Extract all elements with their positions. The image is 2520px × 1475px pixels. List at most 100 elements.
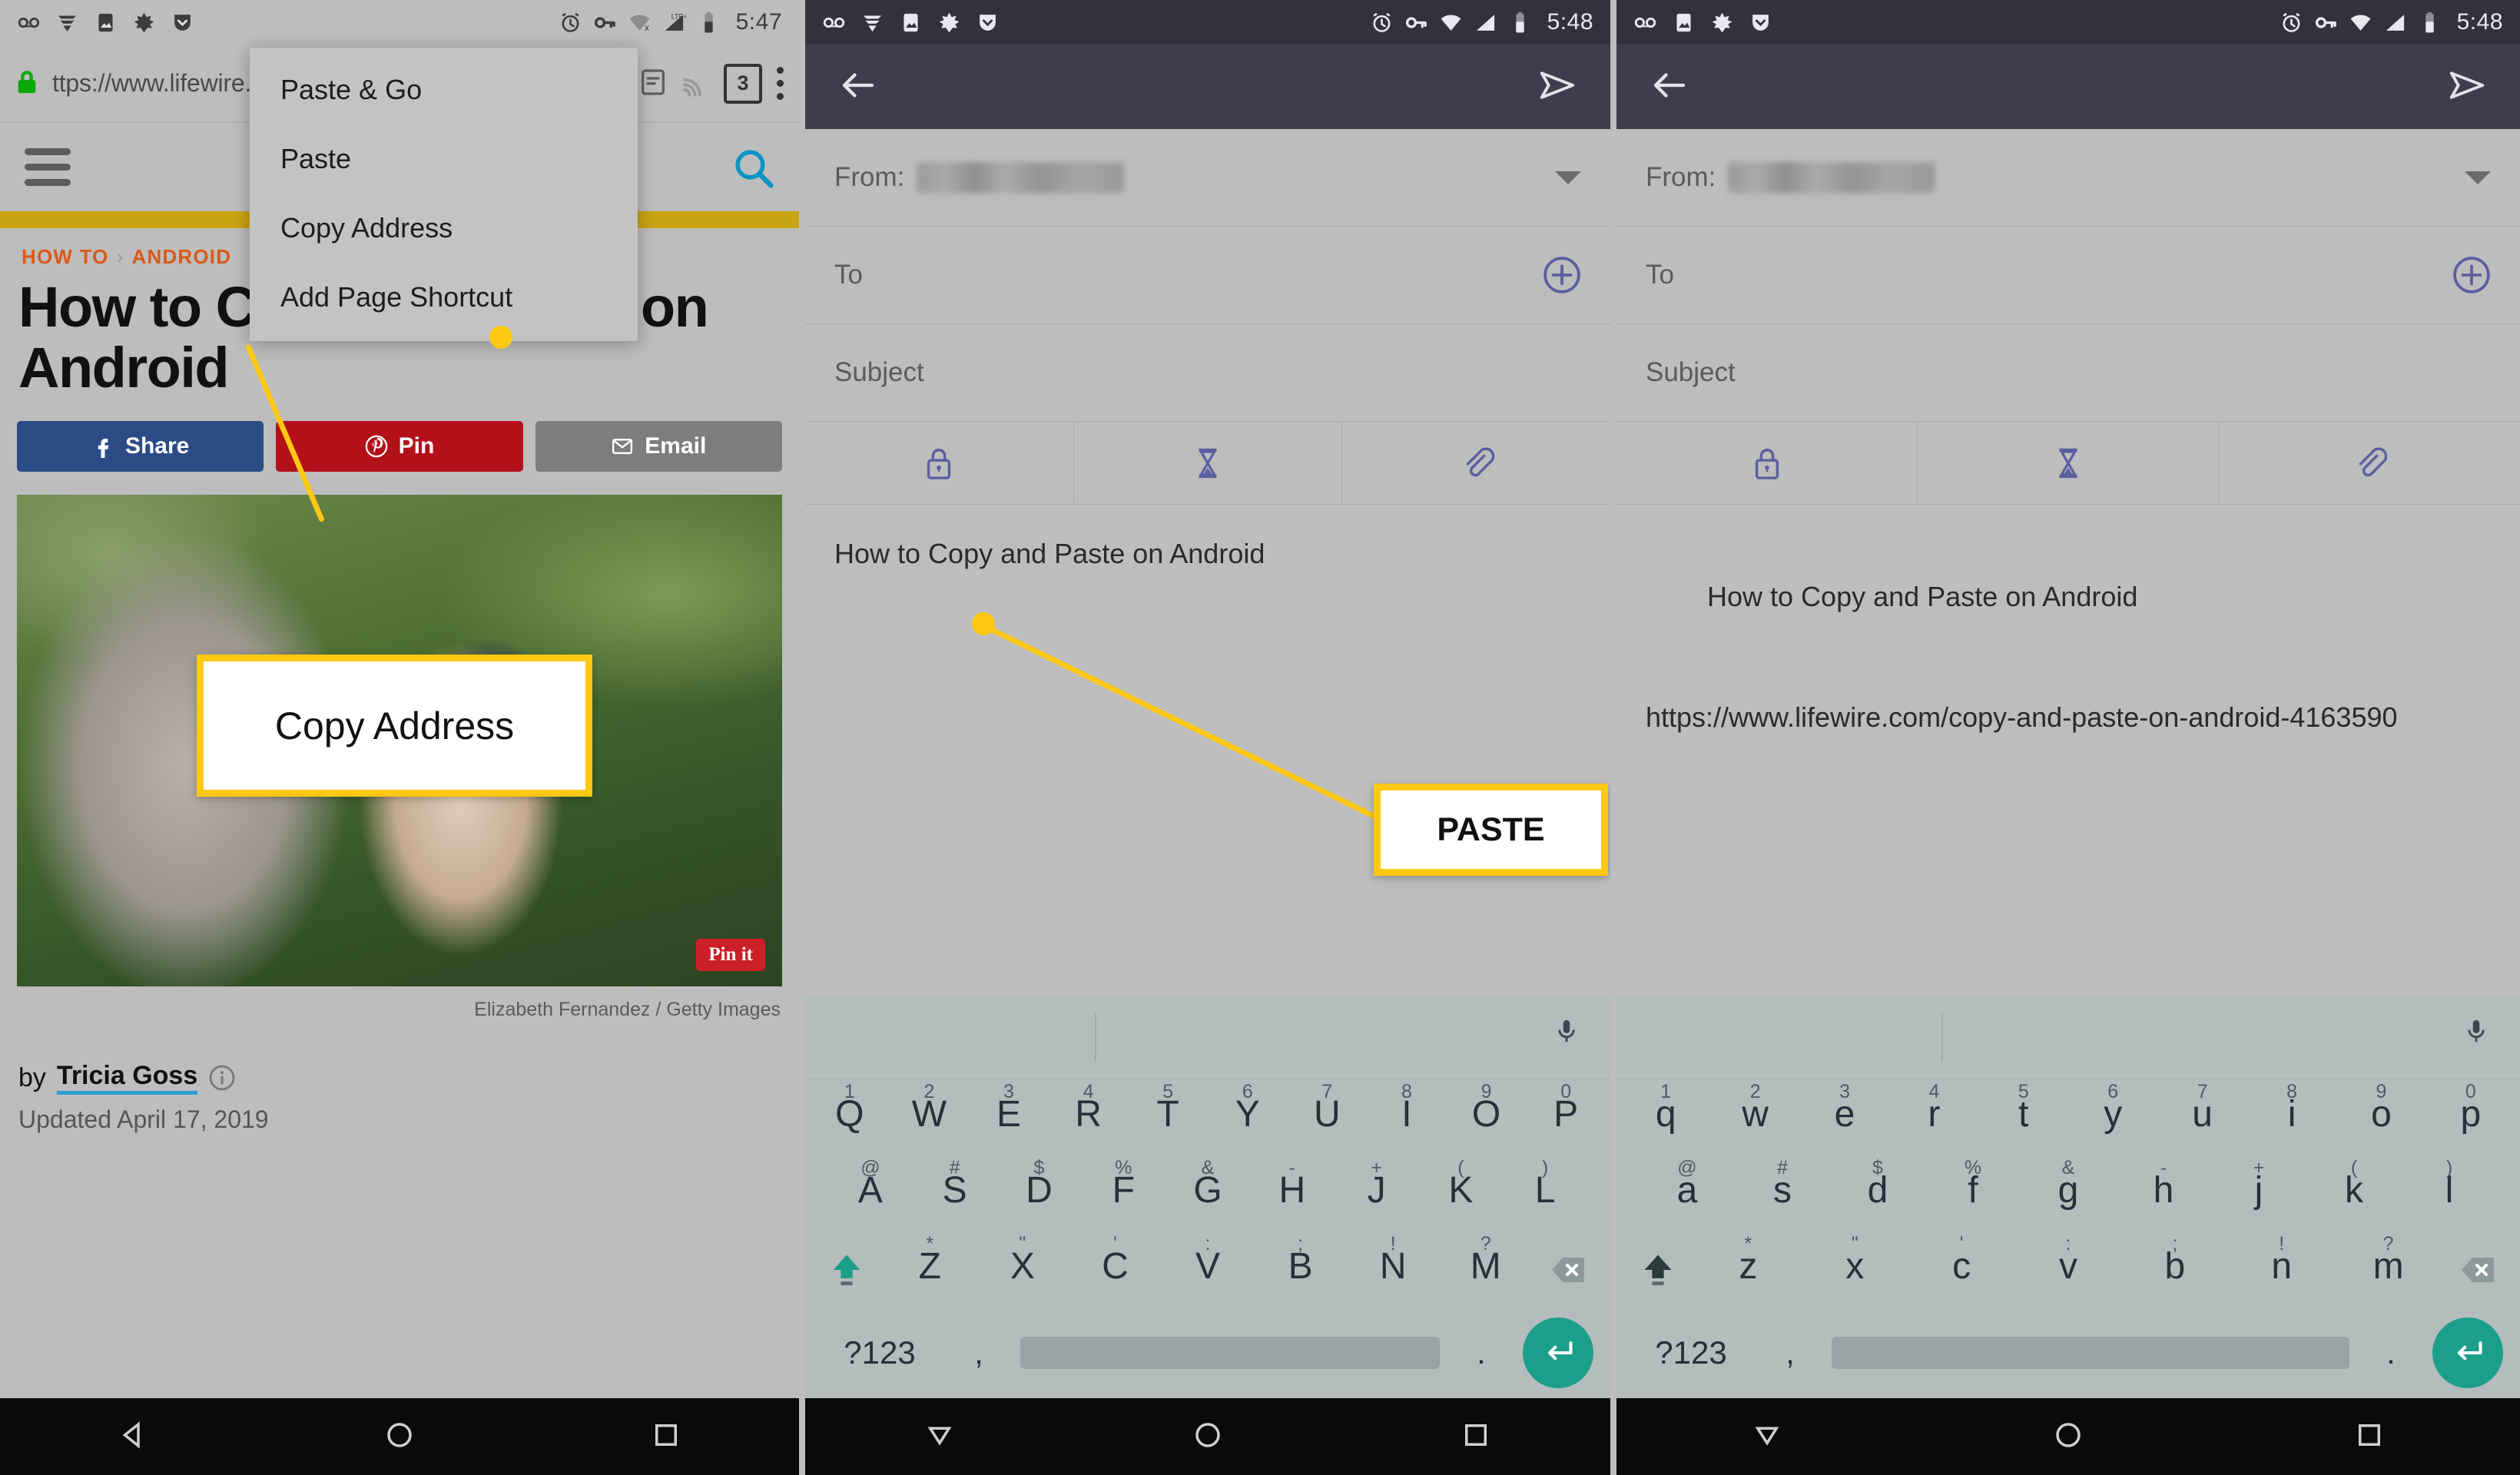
key-n[interactable]: ! n [2228, 1231, 2335, 1308]
enter-icon[interactable] [2432, 1318, 2503, 1388]
menu-item-copy-address[interactable]: Copy Address [250, 194, 638, 263]
key-o[interactable]: 9o [2336, 1079, 2426, 1155]
hamburger-icon[interactable] [25, 148, 71, 186]
key-c[interactable]: ' c [1908, 1231, 2015, 1308]
nav-home-icon[interactable] [2052, 1419, 2084, 1455]
menu-item-add-page-shortcut[interactable]: Add Page Shortcut [250, 263, 638, 332]
share-facebook-button[interactable]: Share [17, 421, 264, 472]
attachment-icon[interactable] [1342, 422, 1610, 504]
add-contact-icon[interactable] [2452, 256, 2491, 294]
key-f[interactable]: % F [1081, 1155, 1166, 1231]
to-field[interactable]: To [1616, 227, 2520, 324]
menu-item-paste-and-go[interactable]: Paste & Go [250, 55, 638, 124]
key-q[interactable]: 1Q [810, 1079, 890, 1155]
send-icon[interactable] [1534, 65, 1581, 110]
tab-count-button[interactable]: 3 [724, 63, 762, 104]
share-pinterest-button[interactable]: Pin [276, 421, 523, 472]
key-y[interactable]: 6y [2068, 1079, 2157, 1155]
key-p[interactable]: 0p [2426, 1079, 2515, 1155]
shift-icon[interactable] [1621, 1248, 1695, 1292]
key-d[interactable]: $ D [997, 1155, 1082, 1231]
key-g[interactable]: & G [1166, 1155, 1250, 1231]
from-field[interactable]: From: [805, 129, 1610, 227]
key-r[interactable]: 4r [1889, 1079, 1978, 1155]
hourglass-icon[interactable] [1074, 422, 1343, 504]
browser-context-menu[interactable]: Paste & Go Paste Copy Address Add Page S… [250, 48, 638, 341]
key-n[interactable]: ! N [1347, 1231, 1440, 1308]
key-comma[interactable]: , [1759, 1334, 1821, 1371]
breadcrumb-item-1[interactable]: ANDROID [131, 245, 231, 268]
hourglass-icon[interactable] [1918, 422, 2220, 504]
mic-icon[interactable] [1553, 1018, 1580, 1058]
key-x[interactable]: " x [1802, 1231, 1908, 1308]
nav-back-icon[interactable] [117, 1419, 149, 1455]
key-w[interactable]: 2w [1710, 1079, 1799, 1155]
reader-mode-icon[interactable] [638, 67, 668, 101]
more-vert-icon[interactable] [774, 67, 785, 100]
enter-icon[interactable] [1523, 1318, 1593, 1388]
key-v[interactable]: :v [2015, 1231, 2122, 1308]
key-symbols[interactable]: ?123 [1633, 1334, 1749, 1371]
key-d[interactable]: $ d [1830, 1155, 1925, 1231]
key-l[interactable]: ) l [2402, 1155, 2497, 1231]
key-u[interactable]: 7u [2157, 1079, 2246, 1155]
key-o[interactable]: 9O [1447, 1079, 1527, 1155]
key-p[interactable]: 0P [1526, 1079, 1606, 1155]
key-space[interactable] [1020, 1337, 1440, 1369]
key-m[interactable]: ? m [2335, 1231, 2442, 1308]
key-comma[interactable]: , [948, 1334, 1010, 1371]
key-f[interactable]: % f [1925, 1155, 2021, 1231]
key-b[interactable]: ; B [1254, 1231, 1347, 1308]
send-icon[interactable] [2443, 65, 2491, 110]
key-t[interactable]: 5t [1979, 1079, 2068, 1155]
key-r[interactable]: 4R [1049, 1079, 1129, 1155]
subject-field[interactable]: Subject [805, 324, 1610, 422]
subject-field[interactable]: Subject [1616, 324, 2520, 422]
key-space[interactable] [1832, 1337, 2349, 1369]
key-h[interactable]: -H [1250, 1155, 1335, 1231]
compose-body-text[interactable]: How to Copy and Paste on Android https:/… [1616, 505, 2520, 825]
key-c[interactable]: ' C [1069, 1231, 1162, 1308]
chevron-down-icon[interactable] [2465, 171, 2491, 184]
nav-recents-icon[interactable] [1460, 1419, 1492, 1455]
nav-recents-icon[interactable] [650, 1419, 682, 1455]
encrypt-lock-icon[interactable] [1616, 422, 1918, 504]
backspace-icon[interactable] [1532, 1251, 1606, 1288]
nav-recents-icon[interactable] [2353, 1419, 2386, 1455]
arrow-back-icon[interactable] [1646, 65, 1693, 110]
key-j[interactable]: + J [1335, 1155, 1419, 1231]
mic-icon[interactable] [2463, 1018, 2489, 1058]
key-h[interactable]: -h [2116, 1155, 2211, 1231]
to-field[interactable]: To [805, 227, 1610, 324]
nav-back-icon[interactable] [923, 1419, 956, 1455]
menu-item-paste[interactable]: Paste [250, 124, 638, 194]
key-e[interactable]: 3E [969, 1079, 1049, 1155]
arrow-back-icon[interactable] [834, 65, 882, 110]
key-k[interactable]: (K [1418, 1155, 1503, 1231]
key-q[interactable]: 1q [1621, 1079, 1710, 1155]
key-u[interactable]: 7U [1288, 1079, 1368, 1155]
nav-home-icon[interactable] [1192, 1419, 1224, 1455]
keyboard-suggestion-bar[interactable] [805, 996, 1610, 1079]
key-t[interactable]: 5T [1128, 1079, 1208, 1155]
encrypt-lock-icon[interactable] [805, 422, 1074, 504]
key-a[interactable]: @ a [1640, 1155, 1735, 1231]
info-icon[interactable] [208, 1064, 236, 1092]
share-email-button[interactable]: Email [535, 421, 782, 472]
key-k[interactable]: (k [2306, 1155, 2402, 1231]
pin-it-badge[interactable]: Pin it [696, 939, 765, 972]
from-field[interactable]: From: [1616, 129, 2520, 227]
key-symbols[interactable]: ?123 [822, 1334, 937, 1371]
key-e[interactable]: 3e [1800, 1079, 1889, 1155]
cast-icon[interactable] [681, 67, 711, 101]
key-y[interactable]: 6Y [1208, 1079, 1288, 1155]
author-link[interactable]: Tricia Goss [56, 1061, 198, 1095]
key-period[interactable]: . [2360, 1334, 2422, 1371]
key-b[interactable]: ; b [2121, 1231, 2228, 1308]
key-v[interactable]: :V [1162, 1231, 1255, 1308]
key-x[interactable]: " X [976, 1231, 1069, 1308]
key-s[interactable]: # s [1735, 1155, 1830, 1231]
nav-back-icon[interactable] [1751, 1419, 1783, 1455]
key-g[interactable]: & g [2021, 1155, 2116, 1231]
key-w[interactable]: 2W [890, 1079, 970, 1155]
